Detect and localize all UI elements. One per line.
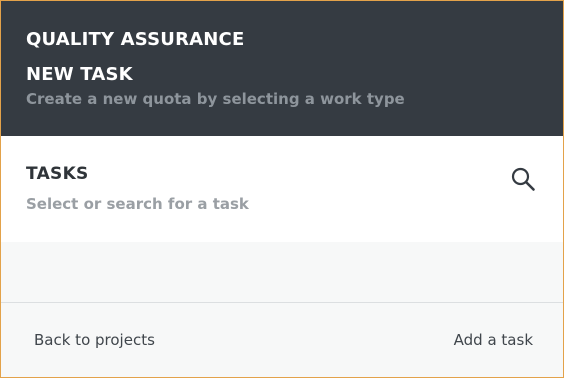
- add-task-link[interactable]: Add a task: [454, 331, 533, 349]
- header: QUALITY ASSURANCE NEW TASK Create a new …: [1, 1, 563, 136]
- search-icon: [511, 167, 535, 191]
- search-button[interactable]: [509, 165, 537, 193]
- footer: Back to projects Add a task: [1, 303, 563, 377]
- tasks-hint: Select or search for a task: [26, 195, 249, 213]
- app-title: QUALITY ASSURANCE: [26, 29, 245, 50]
- page-subtitle: Create a new quota by selecting a work t…: [26, 90, 405, 108]
- new-task-panel: QUALITY ASSURANCE NEW TASK Create a new …: [0, 0, 564, 378]
- page-title: NEW TASK: [26, 64, 133, 85]
- tasks-title: TASKS: [26, 164, 89, 184]
- tasks-section[interactable]: TASKS Select or search for a task: [1, 136, 563, 242]
- back-to-projects-link[interactable]: Back to projects: [34, 331, 155, 349]
- task-list: [1, 242, 563, 302]
